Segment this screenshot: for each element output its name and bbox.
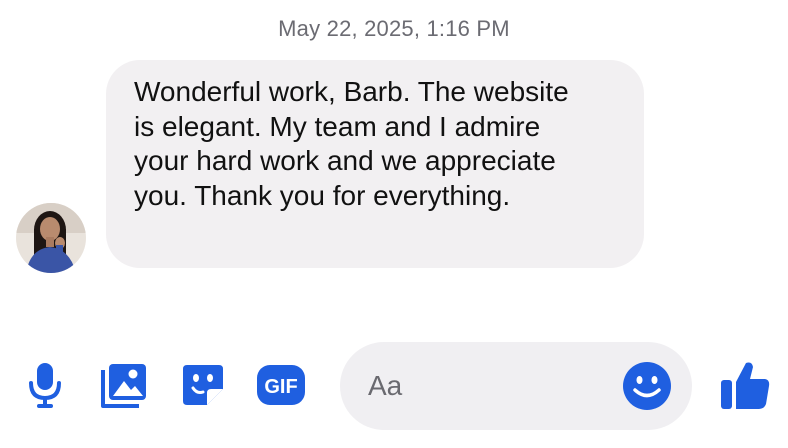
received-message-bubble[interactable]: Wonderful work, Barb. The website is ele… xyxy=(106,60,644,268)
gif-button[interactable]: GIF xyxy=(256,360,306,410)
like-button[interactable] xyxy=(718,358,772,412)
message-text: Wonderful work, Barb. The website is ele… xyxy=(134,76,569,211)
sticker-icon xyxy=(183,365,223,405)
avatar[interactable] xyxy=(16,203,86,273)
emoji-icon xyxy=(623,362,671,410)
message-composer xyxy=(340,342,692,430)
message-input[interactable] xyxy=(368,368,618,404)
thumbs-up-icon xyxy=(721,362,770,409)
sticker-button[interactable] xyxy=(178,360,228,410)
emoji-button[interactable] xyxy=(622,361,672,411)
microphone-button[interactable] xyxy=(20,360,70,410)
message-timestamp: May 22, 2025, 1:16 PM xyxy=(278,16,510,41)
photo-icon xyxy=(101,364,146,408)
photo-button[interactable] xyxy=(99,360,149,410)
gif-label: GIF xyxy=(264,376,297,398)
microphone-icon xyxy=(29,363,61,408)
chat-screen: May 22, 2025, 1:16 PM Wonderful work, Ba… xyxy=(0,0,788,448)
gif-icon: GIF xyxy=(257,365,305,405)
